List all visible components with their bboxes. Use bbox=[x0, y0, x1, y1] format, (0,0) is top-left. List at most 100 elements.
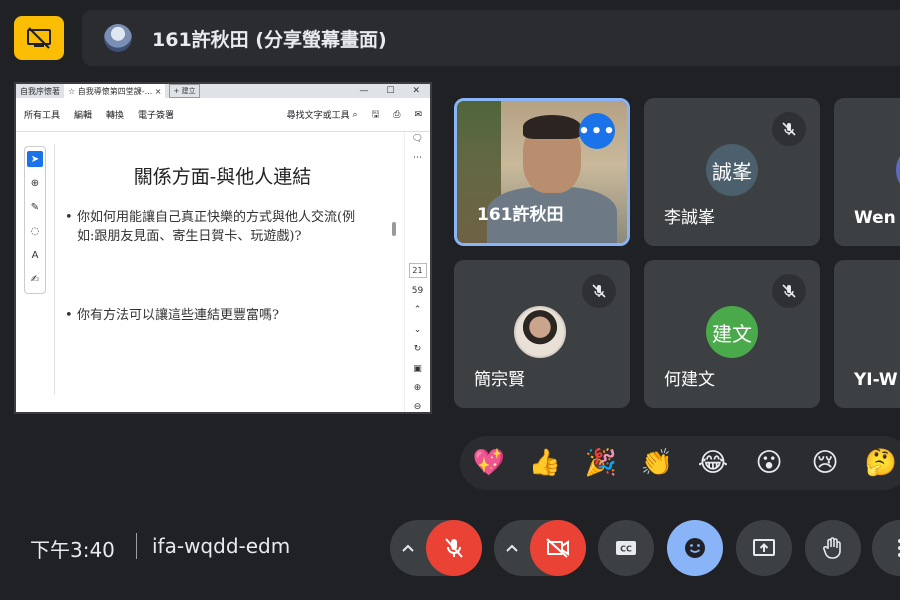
mic-off-icon bbox=[445, 538, 463, 558]
participant-name: 161許秋田 bbox=[477, 205, 564, 225]
more-options-bottom-button[interactable] bbox=[872, 520, 900, 576]
closed-captions-icon: CC bbox=[616, 541, 636, 555]
mic-off-icon bbox=[782, 284, 796, 298]
page-fit-icon: ▣ bbox=[413, 363, 422, 374]
present-off-icon bbox=[27, 27, 51, 49]
mic-control-group bbox=[390, 520, 482, 576]
reaction-joy[interactable]: 😂 bbox=[696, 448, 730, 478]
participant-tile-chengfeng[interactable]: 誠峯 李誠峯 bbox=[644, 98, 820, 246]
presenter-label: 161許秋田 (分享螢幕畫面) bbox=[152, 28, 387, 51]
menu-e-sign: 電子簽署 bbox=[138, 111, 175, 121]
menu-all-tools: 所有工具 bbox=[24, 111, 61, 121]
zoom-in-icon: ⊕ bbox=[413, 382, 422, 393]
refresh-icon: ↻ bbox=[413, 344, 422, 355]
browser-new-tab: + 建立 bbox=[169, 84, 200, 98]
comment-icon: ⊕ bbox=[30, 177, 40, 189]
menu-edit: 編輯 bbox=[74, 111, 93, 121]
text-box-icon: A bbox=[31, 249, 39, 261]
mic-off-indicator bbox=[772, 112, 806, 146]
avatar bbox=[896, 144, 900, 196]
page-total: 59 bbox=[411, 285, 424, 296]
find-tools-label: 尋找文字或工具 bbox=[286, 111, 350, 121]
mic-off-icon bbox=[592, 284, 606, 298]
pdf-slide: 關係方面-與他人連結 你如何用能讓自己真正快樂的方式與他人交流(例如:跟朋友見面… bbox=[54, 144, 390, 394]
present-screen-icon bbox=[753, 539, 775, 556]
window-controls: — ☐ ✕ bbox=[359, 86, 430, 96]
print-icon: ⎙ bbox=[393, 109, 401, 120]
reactions-button[interactable] bbox=[667, 520, 723, 576]
menu-convert: 轉換 bbox=[106, 111, 125, 121]
reaction-surprised[interactable]: 😮 bbox=[752, 448, 786, 478]
chevron-down-icon: ⌄ bbox=[413, 324, 422, 335]
mail-icon: ✉ bbox=[414, 109, 422, 120]
present-now-button[interactable] bbox=[736, 520, 792, 576]
participant-name: 簡宗賢 bbox=[474, 370, 525, 390]
find-tools: 尋找文字或工具 ⌕ bbox=[286, 108, 358, 122]
video-hair bbox=[523, 115, 581, 139]
bottom-divider bbox=[136, 533, 137, 559]
reaction-thinking[interactable]: 🤔 bbox=[864, 448, 898, 478]
participant-name: 何建文 bbox=[664, 370, 715, 390]
chevron-up-icon bbox=[402, 544, 414, 552]
browser-tabbar: 自我序懷著 ☆ 自我導懷第四堂課-... × + 建立 — ☐ ✕ bbox=[16, 84, 430, 98]
lasso-icon: ◌ bbox=[30, 225, 40, 237]
search-icon: ⌕ bbox=[352, 109, 358, 120]
svg-text:CC: CC bbox=[620, 545, 632, 554]
participant-tile-jianzongxian[interactable]: 簡宗賢 bbox=[454, 260, 630, 408]
presenter-avatar bbox=[104, 24, 132, 52]
reaction-thumbs-up[interactable]: 👍 bbox=[528, 448, 562, 478]
more-icon: ⋯ bbox=[413, 153, 422, 164]
participant-tile-hejianwen[interactable]: 建文 何建文 bbox=[644, 260, 820, 408]
pen-icon: ✎ bbox=[30, 201, 40, 213]
mic-off-indicator bbox=[772, 274, 806, 308]
pdf-menubar: 所有工具 編輯 轉換 電子簽署 尋找文字或工具 ⌕ 🖫 ⎙ ✉ bbox=[16, 98, 430, 132]
raise-hand-button[interactable] bbox=[805, 520, 861, 576]
participant-name: YI-W bbox=[854, 370, 898, 390]
chevron-up-icon: ⌃ bbox=[413, 305, 422, 316]
meeting-code: ifa-wqdd-edm bbox=[152, 534, 291, 558]
hand-icon bbox=[823, 537, 841, 559]
zoom-out-icon: ⊖ bbox=[413, 402, 422, 413]
participant-name: Wen bbox=[854, 208, 896, 228]
slide-bullet-2: 你有方法可以讓這些連結更豐富嗎? bbox=[65, 306, 367, 325]
stop-presenting-button[interactable] bbox=[14, 16, 64, 60]
mic-toggle-button[interactable] bbox=[426, 520, 482, 576]
shared-screen: 自我序懷著 ☆ 自我導懷第四堂課-... × + 建立 — ☐ ✕ 所有工具 編輯 … bbox=[14, 82, 432, 414]
slide-title: 關係方面-與他人連結 bbox=[133, 166, 312, 188]
participant-tile-presenter[interactable]: ••• 161許秋田 bbox=[454, 98, 630, 246]
more-dots-icon: ••• bbox=[578, 120, 616, 142]
more-options-button[interactable]: ••• bbox=[578, 113, 616, 149]
avatar bbox=[514, 306, 566, 358]
browser-tab-2: ☆ 自我導懷第四堂課-... × bbox=[64, 84, 166, 98]
minimize-icon: — bbox=[359, 86, 369, 96]
page-current: 21 bbox=[408, 262, 427, 279]
captions-button[interactable]: CC bbox=[598, 520, 654, 576]
presenter-bar: 161許秋田 (分享螢幕畫面) bbox=[82, 10, 900, 66]
select-cursor-icon: ➤ bbox=[27, 151, 43, 167]
close-icon: ✕ bbox=[412, 86, 420, 96]
reactions-bar: 💖 👍 🎉 👏 😂 😮 😢 🤔 bbox=[460, 436, 900, 490]
comment-panel-icon: 🗨 bbox=[411, 133, 424, 144]
reaction-clapping[interactable]: 👏 bbox=[640, 448, 674, 478]
participant-tile-yiw[interactable]: YI-W bbox=[834, 260, 900, 408]
meeting-clock: 下午3:40 bbox=[30, 538, 115, 562]
reaction-crying[interactable]: 😢 bbox=[808, 448, 842, 478]
stamp-icon: ✍ bbox=[30, 273, 40, 285]
chevron-up-icon bbox=[506, 544, 518, 552]
camera-options-chevron[interactable] bbox=[494, 543, 530, 553]
emoji-smile-icon bbox=[685, 538, 705, 558]
maximize-icon: ☐ bbox=[386, 86, 395, 96]
participant-tile-wen[interactable]: Wen bbox=[834, 98, 900, 246]
reaction-sparkling-heart[interactable]: 💖 bbox=[472, 448, 506, 478]
mic-off-indicator bbox=[582, 274, 616, 308]
browser-tab-1: 自我序懷著 bbox=[20, 86, 60, 96]
mic-options-chevron[interactable] bbox=[390, 543, 426, 553]
avatar: 誠峯 bbox=[706, 144, 758, 196]
avatar: 建文 bbox=[706, 306, 758, 358]
reaction-party-popper[interactable]: 🎉 bbox=[584, 448, 618, 478]
pdf-right-sidebar: 🗨 ⋯ 21 59 ⌃ ⌄ ↻ ▣ ⊕ ⊖ bbox=[404, 132, 430, 413]
scrollbar-thumb bbox=[392, 222, 396, 236]
slide-bullet-1: 你如何用能讓自己真正快樂的方式與他人交流(例如:跟朋友見面、寄生日賀卡、玩遊戲)… bbox=[65, 208, 367, 246]
browser-new-tab-label: 建立 bbox=[181, 87, 196, 95]
camera-toggle-button[interactable] bbox=[530, 520, 586, 576]
